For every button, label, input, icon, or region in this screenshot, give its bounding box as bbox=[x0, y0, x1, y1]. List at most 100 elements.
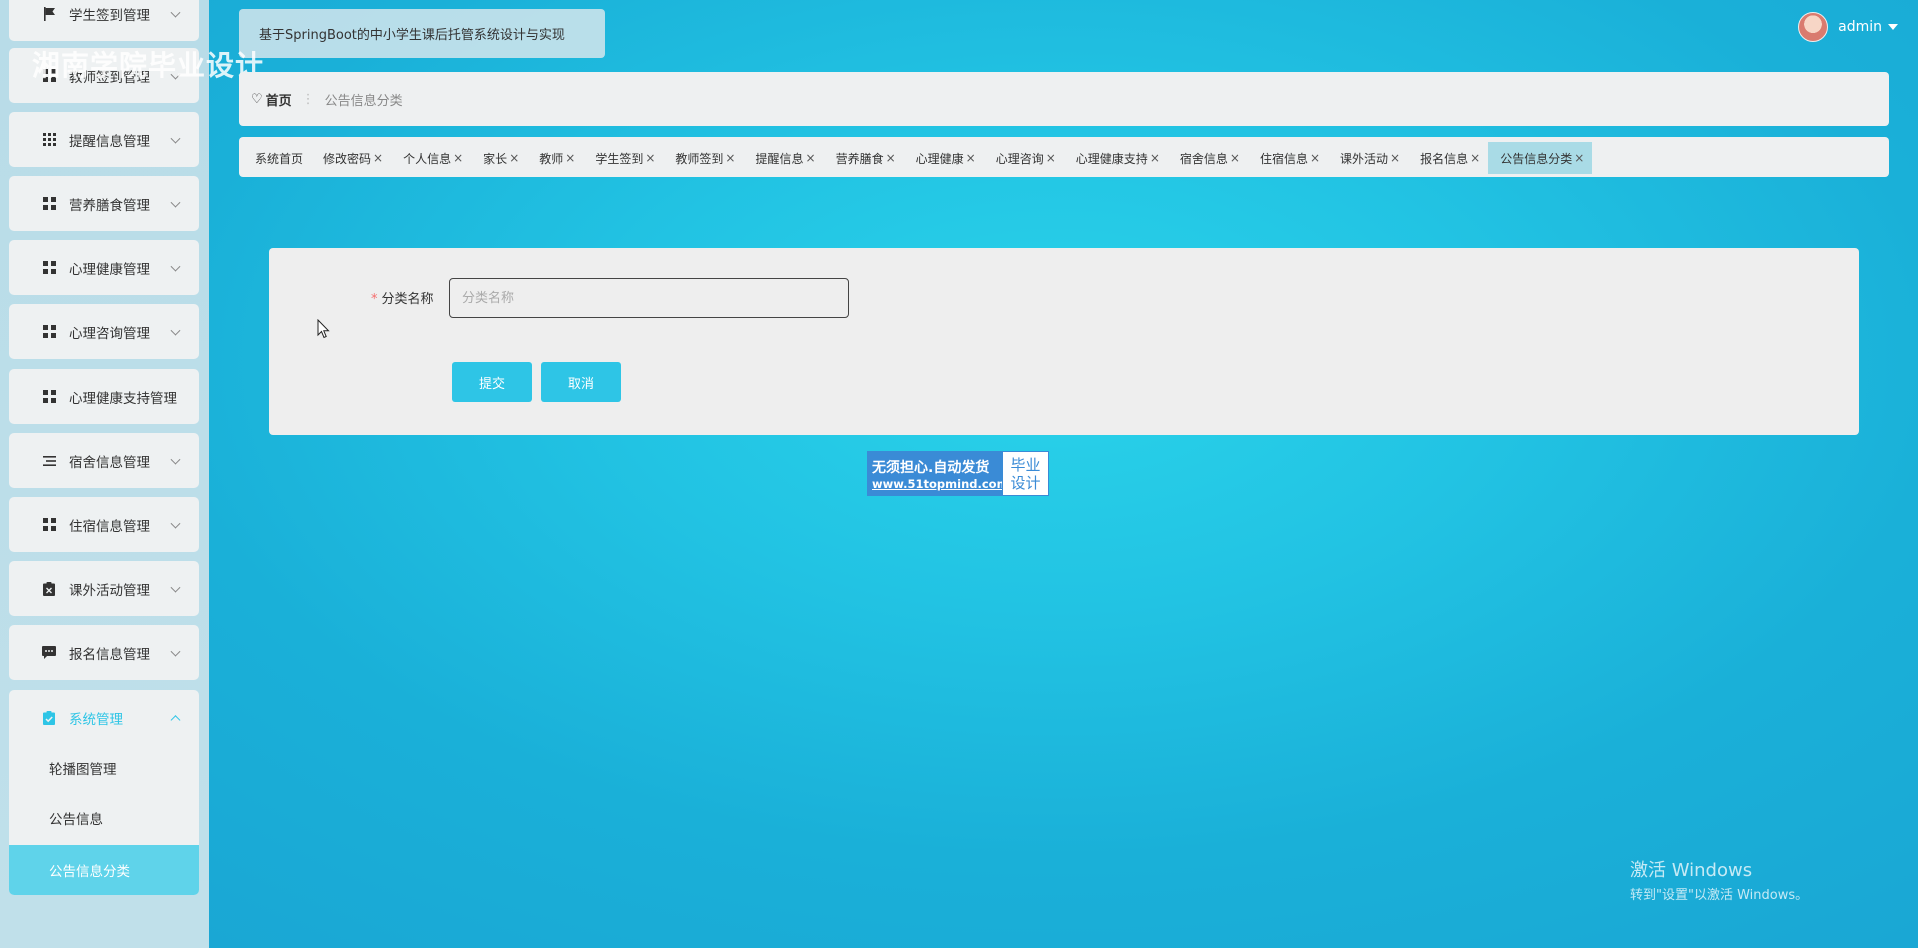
username: admin bbox=[1838, 19, 1882, 35]
tab-tag[interactable]: 住宿信息 × bbox=[1248, 142, 1328, 174]
close-icon[interactable]: × bbox=[966, 151, 976, 165]
ad-right-line1: 毕业 bbox=[1010, 455, 1041, 474]
tab-tag[interactable]: 提醒信息 × bbox=[743, 142, 823, 174]
sidebar-item-label: 课外活动管理 bbox=[69, 582, 150, 599]
tab-tag-label: 家长 bbox=[483, 151, 508, 166]
tab-tag[interactable]: 学生签到 × bbox=[583, 142, 663, 174]
submenu-item-carousel[interactable]: 轮播图管理 bbox=[9, 743, 199, 793]
close-icon[interactable]: × bbox=[453, 151, 463, 165]
close-icon[interactable]: × bbox=[373, 151, 383, 165]
sidebar-item-dormitory[interactable]: 宿舍信息管理 bbox=[9, 433, 199, 488]
grid-icon bbox=[41, 389, 57, 405]
close-icon[interactable]: × bbox=[806, 151, 816, 165]
tab-tag[interactable]: 宿舍信息 × bbox=[1168, 142, 1248, 174]
clipboard-check-icon bbox=[41, 710, 57, 726]
sidebar-item-label: 宿舍信息管理 bbox=[69, 454, 150, 471]
sidebar-item-counseling[interactable]: 心理咨询管理 bbox=[9, 304, 199, 359]
close-icon[interactable]: × bbox=[1046, 151, 1056, 165]
close-icon[interactable]: × bbox=[645, 151, 655, 165]
tab-tag[interactable]: 系统首页 bbox=[243, 142, 311, 174]
tab-tag[interactable]: 心理健康 × bbox=[904, 142, 984, 174]
close-icon[interactable]: × bbox=[886, 151, 896, 165]
ad-line1: 无须担心.自动发货 bbox=[872, 459, 990, 476]
sidebar-item-label: 教师签到管理 bbox=[69, 69, 150, 86]
tab-tag[interactable]: 课外活动 × bbox=[1328, 142, 1408, 174]
sidebar-item-teacher-signin[interactable]: 教师签到管理 bbox=[9, 48, 199, 103]
chevron-down-icon bbox=[170, 518, 181, 529]
breadcrumb-home-label: 首页 bbox=[265, 93, 292, 109]
system-title: 基于SpringBoot的中小学生课后托管系统设计与实现 bbox=[239, 9, 605, 58]
grid-icon bbox=[41, 68, 57, 84]
tab-tag[interactable]: 报名信息 × bbox=[1408, 142, 1488, 174]
sidebar-item-system[interactable]: 系统管理 bbox=[9, 690, 199, 745]
tab-tag-label: 心理咨询 bbox=[995, 151, 1044, 166]
tab-tag[interactable]: 教师 × bbox=[527, 142, 583, 174]
close-icon[interactable]: × bbox=[565, 151, 575, 165]
submit-button[interactable]: 提交 bbox=[452, 362, 532, 402]
tab-tag[interactable]: 教师签到 × bbox=[663, 142, 743, 174]
tab-tag-label: 教师 bbox=[539, 151, 564, 166]
close-icon[interactable]: × bbox=[1470, 151, 1480, 165]
sidebar-item-label: 提醒信息管理 bbox=[69, 133, 150, 150]
tab-tag[interactable]: 心理健康支持 × bbox=[1064, 142, 1168, 174]
ad-right-line2: 设计 bbox=[1010, 473, 1041, 492]
breadcrumb-home[interactable]: ♡ 首页 bbox=[251, 90, 292, 109]
sidebar-item-lodging[interactable]: 住宿信息管理 bbox=[9, 497, 199, 552]
tab-tag-label: 提醒信息 bbox=[755, 151, 804, 166]
breadcrumb-current: 公告信息分类 bbox=[324, 93, 403, 109]
close-icon[interactable]: × bbox=[1390, 151, 1400, 165]
sidebar-item-mental-support[interactable]: 心理健康支持管理 bbox=[9, 369, 199, 424]
sidebar-item-label: 心理健康支持管理 bbox=[69, 390, 177, 407]
sidebar-item-label: 报名信息管理 bbox=[69, 646, 150, 663]
close-icon[interactable]: × bbox=[1574, 151, 1584, 165]
sidebar-item-label: 系统管理 bbox=[69, 711, 123, 728]
sidebar-item-mental-health[interactable]: 心理健康管理 bbox=[9, 240, 199, 295]
close-icon[interactable]: × bbox=[725, 151, 735, 165]
tab-tag[interactable]: 个人信息 × bbox=[391, 142, 471, 174]
system-submenu: 轮播图管理 公告信息 公告信息分类 bbox=[9, 743, 199, 895]
tab-tag-label: 个人信息 bbox=[403, 151, 452, 166]
clipboard-x-icon bbox=[41, 581, 57, 597]
tab-tag-label: 课外活动 bbox=[1340, 151, 1389, 166]
avatar bbox=[1798, 12, 1829, 42]
sidebar-item-registration[interactable]: 报名信息管理 bbox=[9, 625, 199, 680]
grid-icon bbox=[41, 260, 57, 276]
close-icon[interactable]: × bbox=[509, 151, 519, 165]
tab-tag[interactable]: 家长 × bbox=[471, 142, 527, 174]
sidebar-item-activities[interactable]: 课外活动管理 bbox=[9, 561, 199, 616]
tab-tag[interactable]: 营养膳食 × bbox=[824, 142, 904, 174]
cancel-button[interactable]: 取消 bbox=[541, 362, 621, 402]
submenu-item-notice-category[interactable]: 公告信息分类 bbox=[9, 845, 199, 895]
breadcrumb-separator: ⋮ bbox=[301, 91, 315, 107]
close-icon[interactable]: × bbox=[1150, 151, 1160, 165]
heart-icon: ♡ bbox=[251, 91, 263, 107]
sidebar-item-label: 营养膳食管理 bbox=[69, 197, 150, 214]
grid9-icon bbox=[41, 132, 57, 148]
tab-tag[interactable]: 公告信息分类 × bbox=[1488, 142, 1593, 174]
sidebar-item-nutrition[interactable]: 营养膳食管理 bbox=[9, 176, 199, 231]
sidebar-item-label: 住宿信息管理 bbox=[69, 518, 150, 535]
ad-badge[interactable]: 无须担心.自动发货 www.51topmind.com 毕业 设计 bbox=[867, 451, 1049, 496]
close-icon[interactable]: × bbox=[1230, 151, 1240, 165]
category-name-label: * 分类名称 bbox=[371, 288, 434, 307]
tab-tag[interactable]: 心理咨询 × bbox=[984, 142, 1064, 174]
sidebar-item-label: 学生签到管理 bbox=[69, 7, 150, 24]
user-menu[interactable]: admin bbox=[1798, 12, 1898, 42]
submenu-item-notice[interactable]: 公告信息 bbox=[9, 793, 199, 843]
chevron-down-icon bbox=[170, 7, 181, 18]
sidebar-item-reminders[interactable]: 提醒信息管理 bbox=[9, 112, 199, 167]
sidebar-item-label: 心理健康管理 bbox=[69, 261, 150, 278]
sidebar-item-student-signin[interactable]: 学生签到管理 bbox=[9, 0, 199, 41]
tab-tag[interactable]: 修改密码 × bbox=[311, 142, 391, 174]
windows-activation-notice: 激活 Windows 转到"设置"以激活 Windows。 bbox=[1630, 856, 1808, 903]
tab-tag-label: 住宿信息 bbox=[1259, 151, 1308, 166]
tab-tag-label: 心理健康 bbox=[915, 151, 964, 166]
flag-icon bbox=[41, 6, 57, 22]
tab-tag-label: 公告信息分类 bbox=[1500, 151, 1573, 166]
tab-tag-label: 修改密码 bbox=[323, 151, 372, 166]
close-icon[interactable]: × bbox=[1310, 151, 1320, 165]
tab-tag-label: 营养膳食 bbox=[835, 151, 884, 166]
grid-icon bbox=[41, 517, 57, 533]
tab-tag-label: 宿舍信息 bbox=[1179, 151, 1228, 166]
category-name-input[interactable] bbox=[449, 278, 849, 318]
